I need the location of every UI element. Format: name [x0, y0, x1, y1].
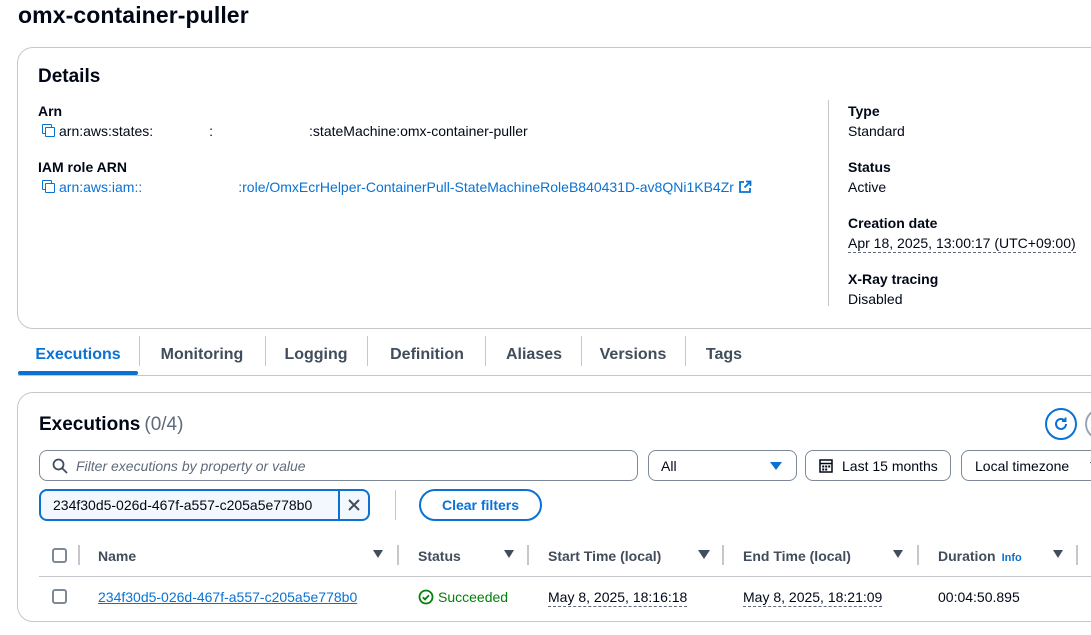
column-header-end-time[interactable]: End Time (local): [743, 548, 851, 564]
tab-aliases[interactable]: Aliases: [492, 336, 576, 374]
xray-value: Disabled: [848, 291, 903, 307]
xray-label: X-Ray tracing: [848, 271, 939, 287]
arn-label: Arn: [38, 103, 63, 119]
filter-token: 234f30d5-026d-467f-a557-c205a5e778b0: [39, 489, 370, 521]
tab-monitoring[interactable]: Monitoring: [146, 336, 258, 374]
close-icon: [348, 499, 360, 511]
execution-name-link[interactable]: 234f30d5-026d-467f-a557-c205a5e778b0: [98, 589, 357, 605]
token-divider: [395, 490, 396, 520]
executions-heading: Executions (0/4): [39, 414, 183, 436]
creation-date-label: Creation date: [848, 215, 938, 231]
date-range-button[interactable]: Last 15 months: [805, 450, 951, 481]
start-time-cell[interactable]: May 8, 2025, 18:16:18: [548, 589, 688, 607]
type-label: Type: [848, 103, 880, 119]
details-heading: Details: [38, 66, 101, 87]
filter-executions-input[interactable]: Filter executions by property or value: [39, 450, 638, 481]
tab-separator: [581, 336, 582, 366]
timezone-select[interactable]: Local timezone: [961, 450, 1091, 481]
column-separator: [78, 545, 80, 565]
tab-executions[interactable]: Executions: [18, 336, 138, 374]
details-divider: [828, 100, 829, 306]
status-filter-select[interactable]: All: [648, 450, 797, 481]
tab-separator: [265, 336, 266, 366]
iam-role-label: IAM role ARN: [38, 159, 127, 175]
executions-title: Executions: [39, 414, 141, 435]
success-check-icon: [418, 589, 434, 605]
select-all-checkbox[interactable]: [52, 548, 67, 563]
refresh-button[interactable]: [1045, 408, 1077, 440]
sort-icon[interactable]: [1053, 550, 1063, 558]
iam-role-prefix: arn:aws:iam::: [59, 179, 143, 195]
refresh-icon: [1055, 417, 1067, 430]
table-header-divider: [39, 576, 1091, 577]
type-value: Standard: [848, 123, 905, 139]
column-separator: [397, 545, 399, 565]
duration-label: Duration: [938, 548, 996, 564]
column-header-start-time[interactable]: Start Time (local): [548, 548, 661, 564]
tab-versions[interactable]: Versions: [588, 336, 678, 374]
arn-value: arn:aws:states:::stateMachine:omx-contai…: [40, 123, 528, 139]
column-separator: [1076, 545, 1078, 565]
tabs-divider: [18, 375, 1091, 376]
column-separator: [917, 545, 919, 565]
status-label: Status: [848, 159, 891, 175]
sort-descending-icon[interactable]: [698, 550, 710, 559]
tab-tags[interactable]: Tags: [692, 336, 756, 374]
tab-bar: Executions Monitoring Logging Definition…: [18, 336, 1091, 376]
tab-definition[interactable]: Definition: [374, 336, 480, 374]
iam-role-value: arn:aws:iam:::role/OmxEcrHelper-Containe…: [40, 179, 752, 195]
end-time-cell[interactable]: May 8, 2025, 18:21:09: [743, 589, 883, 607]
duration-cell: 00:04:50.895: [938, 589, 1020, 605]
column-header-status[interactable]: Status: [418, 548, 461, 564]
page-title: omx-container-puller: [18, 2, 249, 28]
arn-prefix: arn:aws:states:: [59, 123, 154, 139]
info-link[interactable]: Info: [1002, 552, 1022, 564]
external-link-icon[interactable]: [738, 180, 752, 194]
copy-icon[interactable]: [40, 179, 56, 195]
column-header-name[interactable]: Name: [98, 548, 136, 564]
column-separator: [722, 545, 724, 565]
remove-token-button[interactable]: [338, 491, 368, 519]
clear-filters-button[interactable]: Clear filters: [419, 489, 542, 521]
status-cell: Succeeded: [418, 589, 508, 605]
tab-separator: [367, 336, 368, 366]
filter-token-label: 234f30d5-026d-467f-a557-c205a5e778b0: [53, 497, 313, 513]
tab-separator: [685, 336, 686, 366]
more-actions-button[interactable]: [1085, 408, 1091, 440]
calendar-icon: [819, 459, 833, 473]
status-value: Active: [848, 179, 887, 195]
tab-logging[interactable]: Logging: [272, 336, 360, 374]
status-text: Succeeded: [438, 589, 509, 605]
arn-suffix: :stateMachine:omx-container-puller: [309, 123, 528, 139]
iam-role-suffix: :role/OmxEcrHelper-ContainerPull-StateMa…: [238, 179, 734, 195]
column-header-duration[interactable]: Duration Info: [938, 548, 1022, 564]
details-card: Details Arn arn:aws:states:::stateMachin…: [17, 47, 1091, 329]
date-range-label: Last 15 months: [842, 457, 938, 474]
executions-card: Executions (0/4) Filter executions by pro…: [17, 392, 1091, 622]
row-checkbox[interactable]: [52, 589, 67, 604]
column-separator: [527, 545, 529, 565]
executions-count: (0/4): [144, 414, 184, 435]
caret-down-icon: [770, 462, 782, 470]
sort-icon[interactable]: [504, 550, 514, 558]
creation-date-value[interactable]: Apr 18, 2025, 13:00:17 (UTC+09:00): [848, 235, 1076, 253]
timezone-value: Local timezone: [975, 457, 1070, 474]
redacted-account: [142, 182, 239, 195]
redacted-account: [153, 126, 210, 139]
filter-placeholder: Filter executions by property or value: [76, 457, 306, 474]
tab-separator: [139, 336, 140, 366]
search-icon: [52, 458, 68, 474]
status-filter-value: All: [661, 457, 677, 474]
iam-role-link[interactable]: arn:aws:iam:::role/OmxEcrHelper-Containe…: [59, 179, 734, 195]
copy-icon[interactable]: [40, 123, 56, 139]
tab-separator: [485, 336, 486, 366]
sort-icon[interactable]: [893, 550, 903, 558]
redacted-region: [213, 126, 310, 139]
sort-icon[interactable]: [373, 550, 383, 558]
